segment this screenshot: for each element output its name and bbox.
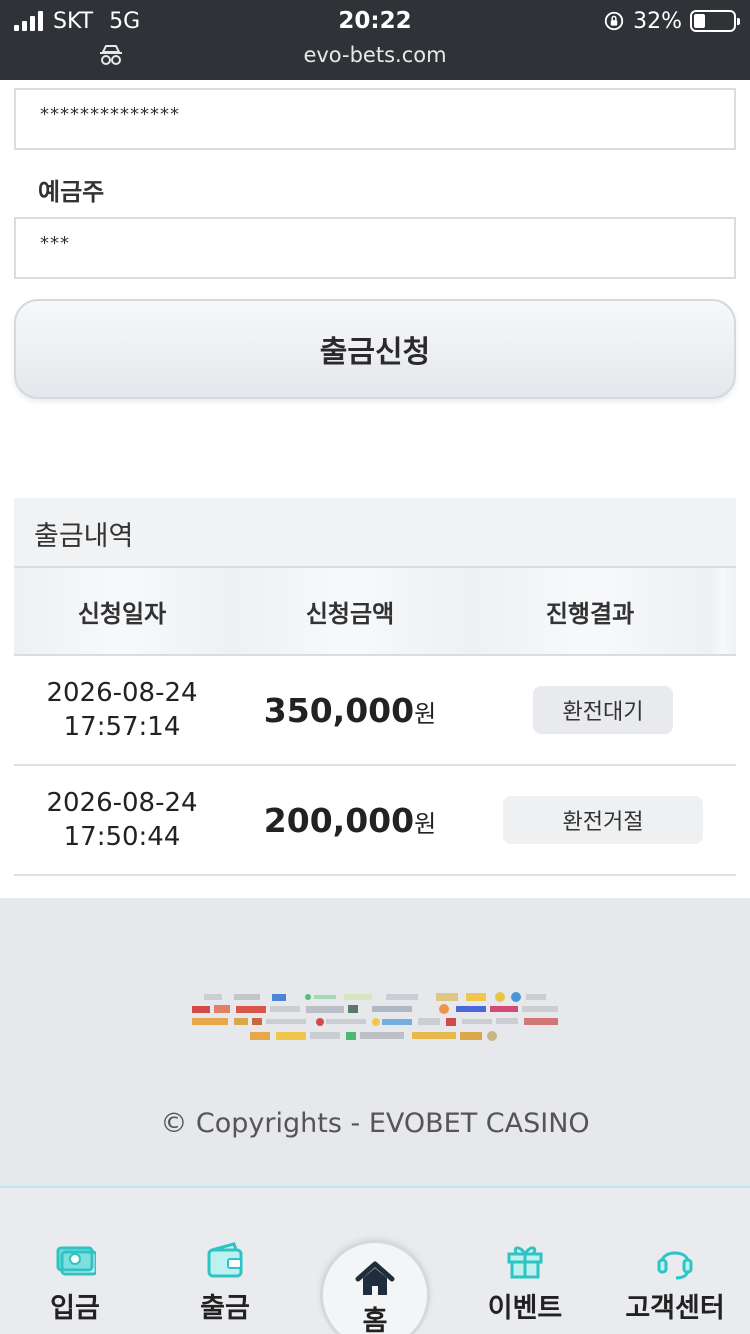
gift-icon	[507, 1246, 543, 1279]
bottom-nav: 입금 출금 홈 이벤트 고객센터	[0, 1186, 750, 1334]
nav-event[interactable]: 이벤트	[450, 1188, 600, 1334]
copyright-text: © Copyrights - EVOBET CASINO	[160, 1108, 590, 1139]
nav-deposit-label: 입금	[50, 1293, 100, 1324]
wallet-icon	[207, 1242, 243, 1278]
home-icon	[355, 1261, 395, 1295]
table-row: 2026-08-24 17:57:14 350,000원 환전대기	[14, 656, 736, 766]
row-date: 2026-08-24 17:57:14	[46, 678, 198, 742]
row-amount: 350,000원	[263, 690, 437, 730]
battery-percent: 32%	[633, 8, 682, 34]
history-header: 신청일자 신청금액 진행결과	[14, 566, 736, 656]
status-badge: 환전대기	[533, 686, 673, 734]
row-date: 2026-08-24 17:50:44	[46, 788, 198, 852]
status-right: 32%	[603, 8, 740, 34]
header-status: 진행결과	[470, 568, 710, 654]
cash-icon	[56, 1246, 96, 1276]
account-holder-field[interactable]: ***	[14, 217, 736, 279]
provider-logos-image	[192, 992, 558, 1041]
header-amount: 신청금액	[230, 568, 470, 654]
status-badge: 환전거절	[503, 796, 703, 844]
url-bar[interactable]: evo-bets.com	[0, 40, 750, 70]
table-row: 2026-08-24 17:50:44 200,000원 환전거절	[14, 766, 736, 876]
headset-icon	[657, 1251, 693, 1280]
nav-home-label: 홈	[362, 1306, 388, 1334]
nav-home[interactable]: 홈	[320, 1240, 430, 1334]
rotation-lock-icon	[604, 11, 624, 31]
nav-deposit[interactable]: 입금	[0, 1188, 150, 1334]
history-title: 출금내역	[14, 498, 736, 566]
withdraw-history: 출금내역 신청일자 신청금액 진행결과 2026-08-24 17:57:14 …	[14, 498, 736, 878]
header-date: 신청일자	[14, 568, 230, 654]
nav-event-label: 이벤트	[487, 1293, 563, 1324]
row-amount: 200,000원	[263, 800, 437, 840]
nav-support-label: 고객센터	[625, 1293, 725, 1324]
footer: © Copyrights - EVOBET CASINO	[0, 898, 750, 1188]
account-number-field[interactable]: **************	[14, 88, 736, 150]
nav-support[interactable]: 고객센터	[600, 1188, 750, 1334]
nav-withdraw-label: 출금	[200, 1293, 250, 1324]
nav-withdraw[interactable]: 출금	[150, 1188, 300, 1334]
url-text: evo-bets.com	[303, 43, 447, 67]
status-bar: SKT 5G 20:22 32% evo-bets.com	[0, 0, 750, 80]
holder-label: 예금주	[38, 178, 105, 206]
withdraw-submit-button[interactable]: 출금신청	[14, 299, 736, 399]
battery-icon	[690, 10, 740, 32]
